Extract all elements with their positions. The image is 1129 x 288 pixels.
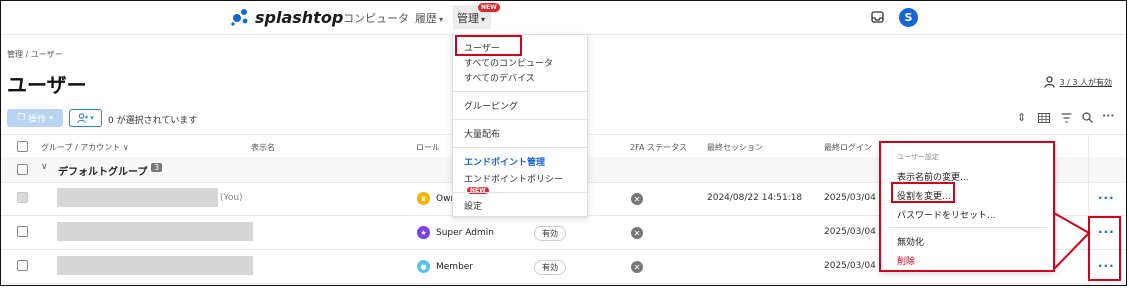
redacted-account	[57, 222, 253, 241]
column-header-display-name[interactable]: 表示名	[251, 142, 275, 153]
nav-management-label: 管理	[457, 12, 479, 25]
seat-usage-label: 3 / 3 人が有効	[1059, 77, 1112, 87]
app-window: splashtop コンピュータ 履歴 ▾ 管理 ▾ NEW S 管理 / ユーザー…	[0, 0, 1127, 286]
group-count-badge: 3	[151, 163, 163, 172]
operations-button[interactable]: ❐ 操作 ▾	[7, 109, 63, 127]
2fa-disabled-icon: ✕	[631, 193, 643, 205]
add-user-icon	[77, 112, 89, 123]
copy-icon: ❐	[17, 113, 26, 123]
last-login: 2025/03/04 1	[824, 227, 885, 237]
nav-management-label-wrap[interactable]: 管理 ▾	[457, 10, 485, 26]
role-cell: ● Member	[417, 260, 473, 273]
role-cell: ♛ Own	[417, 192, 456, 205]
user-context-menu: ユーザー設定 表示名前の変更... 役割を変更... パスワードをリセット...…	[879, 141, 1055, 272]
group-checkbox[interactable]	[17, 164, 28, 175]
last-session: 2024/08/22 14:51:18	[707, 193, 803, 203]
column-header-last-login[interactable]: 最終ログイン	[824, 142, 872, 153]
avatar[interactable]: S	[899, 8, 918, 27]
column-header-role[interactable]: ロール	[416, 142, 440, 153]
menu-divider	[453, 91, 587, 92]
add-user-button[interactable]: ▾	[69, 109, 102, 127]
operations-label: 操作	[28, 114, 47, 125]
chevron-down-icon: ▾	[49, 114, 53, 122]
status-badge: 有効	[534, 260, 566, 275]
menu-item-grouping[interactable]: グルーピング	[464, 99, 518, 112]
role-cell: ★ Super Admin	[417, 226, 494, 239]
nav-history-label: 履歴	[415, 12, 437, 25]
search-icon[interactable]	[1082, 112, 1093, 123]
context-item-delete[interactable]: 削除	[897, 254, 915, 267]
row-checkbox[interactable]	[17, 260, 28, 271]
column-header-group-label: グループ / アカウント	[41, 143, 121, 152]
last-login: 2025/03/04 1	[824, 261, 885, 271]
member-icon: ●	[417, 260, 430, 273]
column-header-last-session[interactable]: 最終セッション	[707, 142, 763, 153]
chevron-down-icon[interactable]: ∨	[41, 162, 48, 172]
menu-item-all-devices[interactable]: すべてのデバイス	[464, 71, 535, 84]
crown-icon: ♛	[417, 192, 430, 205]
highlight-box	[891, 182, 955, 203]
menu-section-endpoint[interactable]: エンドポイント管理	[464, 155, 545, 168]
menu-item-settings[interactable]: 設定	[464, 199, 482, 212]
highlight-box	[455, 35, 522, 56]
column-header-2fa[interactable]: 2FA ステータス	[630, 142, 687, 153]
menu-item-mass-deploy[interactable]: 大量配布	[464, 127, 500, 140]
menu-divider	[887, 227, 1047, 228]
menu-divider	[453, 192, 587, 193]
chevron-down-icon: ∨	[122, 143, 129, 152]
row-checkbox	[17, 192, 28, 203]
column-header-group[interactable]: グループ / アカウント ∨	[41, 142, 129, 153]
menu-divider	[453, 147, 587, 148]
chevron-down-icon: ▾	[481, 15, 486, 24]
context-item-reset-password[interactable]: パスワードをリセット...	[897, 208, 996, 221]
compact-view-icon[interactable]: ⇕	[1017, 111, 1026, 124]
new-badge: NEW	[478, 3, 500, 12]
you-label: (You)	[220, 193, 243, 203]
nav-history[interactable]: 履歴 ▾	[415, 10, 443, 26]
context-item-disable[interactable]: 無効化	[897, 235, 924, 248]
redacted-account	[57, 256, 253, 275]
2fa-disabled-icon: ✕	[631, 227, 643, 239]
chevron-down-icon: ▾	[90, 114, 94, 122]
nav-computers[interactable]: コンピュータ	[343, 10, 409, 26]
filter-icon[interactable]	[1061, 113, 1072, 123]
select-all-checkbox[interactable]	[17, 141, 28, 152]
row-checkbox[interactable]	[17, 226, 28, 237]
user-icon	[1044, 76, 1056, 88]
admin-dropdown-menu: ユーザー すべてのコンピュータ すべてのデバイス グルーピング 大量配布 エンド…	[452, 34, 588, 217]
top-navigation-bar: splashtop コンピュータ 履歴 ▾ 管理 ▾ NEW S	[1, 1, 1126, 35]
context-section-title: ユーザー設定	[897, 153, 939, 161]
last-login: 2025/03/04 1	[824, 193, 885, 203]
menu-item-endpoint-policy-label: エンドポイントポリシー	[464, 175, 564, 185]
more-options-icon[interactable]: ···	[1102, 109, 1115, 122]
role-label: Member	[436, 261, 474, 272]
role-label: Super Admin	[436, 227, 494, 238]
selected-count: 0 が選択されています	[108, 116, 198, 126]
chevron-down-icon: ▾	[439, 15, 444, 24]
menu-divider	[453, 119, 587, 120]
splash-logo-icon	[231, 9, 248, 26]
callout-pointer	[1053, 212, 1091, 270]
redacted-account	[57, 188, 218, 207]
menu-item-all-computers[interactable]: すべてのコンピュータ	[464, 56, 553, 69]
seat-usage[interactable]: 3 / 3 人が有効	[1044, 76, 1112, 88]
columns-icon[interactable]	[1038, 113, 1050, 123]
brand-name: splashtop	[255, 7, 344, 27]
group-name: デフォルトグループ	[58, 167, 148, 178]
page-title: ユーザー	[7, 73, 87, 97]
star-icon: ★	[417, 226, 430, 239]
brand-logo[interactable]: splashtop	[231, 7, 343, 27]
2fa-disabled-icon: ✕	[631, 261, 643, 273]
status-badge: 有効	[534, 226, 566, 241]
breadcrumb[interactable]: 管理 / ユーザー	[7, 49, 63, 60]
inbox-icon[interactable]	[871, 11, 884, 23]
highlight-box	[1088, 216, 1121, 281]
